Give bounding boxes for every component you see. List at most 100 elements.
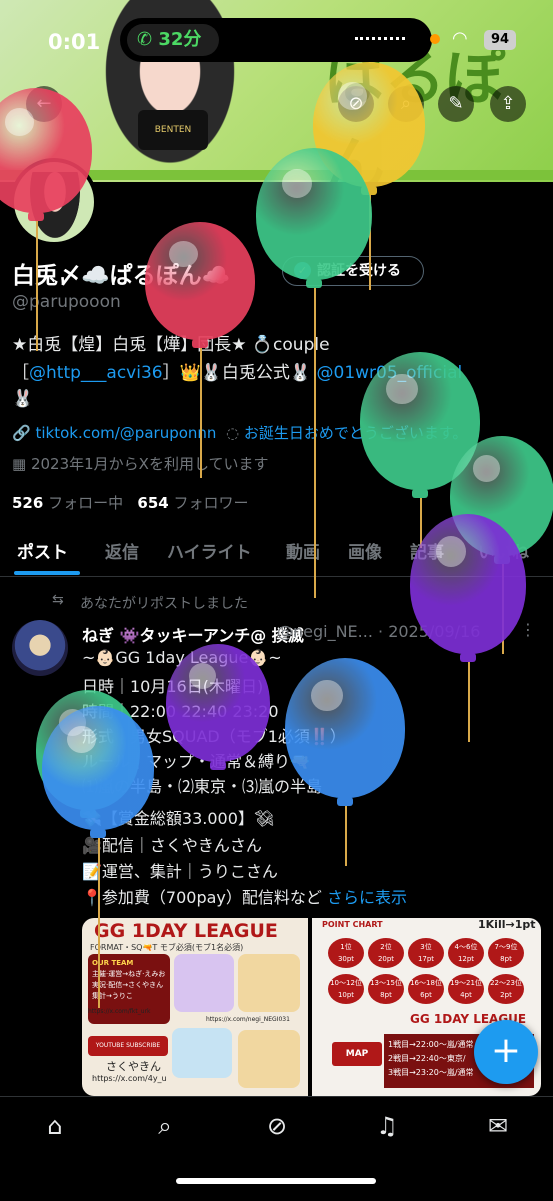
image-left-url: https://x.com/negi_NEGI031: [206, 1016, 290, 1023]
edit-button[interactable]: ✎: [438, 86, 474, 122]
show-more-link[interactable]: さらに表示: [327, 888, 407, 907]
post-author-handle[interactable]: @negi_NE... · 2025/09/16: [277, 622, 480, 641]
bio-mention-1[interactable]: @http___acvi36: [29, 363, 163, 383]
follow-stats: 526 フォロー中 654 フォロワー: [12, 492, 249, 513]
point-rank: 13〜15位: [370, 979, 402, 987]
point-value: 8pt: [500, 955, 512, 963]
plus-icon: +: [490, 1030, 522, 1071]
calendar-icon: ▦: [12, 455, 27, 473]
point-rank: 16〜18位: [410, 979, 442, 987]
website-link[interactable]: tiktok.com/@paruponnn: [35, 424, 216, 442]
point-cell: 19〜21位 4pt: [448, 974, 484, 1004]
home-icon[interactable]: ⌂: [40, 1112, 70, 1142]
share-icon: ⇪: [500, 93, 516, 114]
post-line-text: 📍参加費（700pay）配信料など: [82, 888, 322, 907]
compose-post-button[interactable]: +: [474, 1020, 538, 1084]
share-button[interactable]: ⇪: [490, 86, 526, 122]
point-cell: 10〜12位 10pt: [328, 974, 364, 1004]
tab-highlights[interactable]: ハイライト: [167, 538, 252, 563]
point-cell: 22〜23位 2pt: [488, 974, 524, 1004]
home-indicator: [176, 1178, 376, 1184]
tab-articles[interactable]: 記事: [410, 538, 444, 563]
balloon-string: [345, 806, 347, 866]
active-tab-indicator: [14, 571, 80, 575]
profile-avatar[interactable]: [10, 158, 98, 246]
back-arrow-icon: ←: [36, 93, 52, 114]
back-button[interactable]: ←: [26, 86, 62, 122]
following-label: フォロー中: [48, 494, 124, 512]
profile-meta-row: 🔗 tiktok.com/@paruponnn ◌ お誕生日おめでとうございます…: [12, 422, 467, 444]
character-illustration: [174, 954, 234, 1012]
post-author-name[interactable]: ねぎ 👾タッキーアンチ@ 撲滅: [82, 622, 304, 646]
search-icon[interactable]: ⌕: [150, 1112, 180, 1142]
bio-line-1: ★白兎【煌】白兎【燁】団長★ 💍couple: [12, 335, 330, 355]
point-value: 20pt: [377, 955, 395, 963]
search-button[interactable]: ⌕: [388, 86, 424, 122]
point-rank: 2位: [380, 943, 392, 951]
mail-icon[interactable]: ✉: [483, 1112, 513, 1142]
points-grid: 1位 30pt 2位 20pt 3位 17pt 4〜6位 12pt 7〜9位 8pt 10〜12位 1…: [328, 938, 528, 1008]
balloon-string: [468, 662, 470, 742]
tab-replies[interactable]: 返信: [105, 538, 139, 563]
point-value: 6pt: [420, 991, 432, 999]
joined-row: ▦ 2023年1月からXを利用しています: [12, 453, 269, 475]
more-options-icon[interactable]: ⋮: [520, 620, 536, 639]
post-line: ルール｜マップ・通常＆縛り🔫: [82, 752, 310, 771]
banner-shirt-text: BENTEN: [138, 110, 208, 150]
point-value: 30pt: [337, 955, 355, 963]
character-illustration: [238, 954, 300, 1012]
wifi-icon: ◠: [452, 28, 468, 49]
verified-badge-icon: ✓: [294, 262, 311, 279]
bio-mention-2[interactable]: @01wr05_official: [317, 363, 463, 383]
grok-icon: ⊘: [348, 93, 364, 114]
birthday-text[interactable]: お誕生日おめでとうございます。: [244, 424, 468, 442]
bell-icon[interactable]: ♫: [372, 1112, 402, 1142]
post-line: 時間｜22:00 22:40 23:20: [82, 702, 279, 721]
kill-point-text: 1Kill→1pt: [478, 918, 536, 931]
point-value: 2pt: [500, 991, 512, 999]
grok-icon[interactable]: ⊘: [262, 1112, 292, 1142]
avatar-character: [30, 172, 80, 238]
point-value: 12pt: [457, 955, 475, 963]
camera-indicator-icon: [430, 34, 440, 44]
post-handle: @negi_NE...: [277, 622, 373, 641]
image-left-url: https://x.com/fkt_urk: [88, 1008, 151, 1015]
tab-posts[interactable]: ポスト: [17, 538, 68, 563]
point-rank: 10〜12位: [330, 979, 362, 987]
repost-note: あなたがリポストしました: [80, 596, 248, 612]
map-badge: MAP: [332, 1042, 382, 1066]
battery-icon: 94: [484, 30, 516, 50]
post-image-left[interactable]: GG 1DAY LEAGUE FORMAT・SQ🔫T モブ必須(モブ1名必須) …: [82, 918, 308, 1096]
following-link[interactable]: 526 フォロー中: [12, 494, 123, 512]
tab-likes[interactable]: いいね: [478, 538, 529, 563]
bio-bracket: ［: [12, 363, 29, 383]
point-cell: 1位 30pt: [328, 938, 364, 968]
tab-divider: [0, 576, 553, 577]
tab-media[interactable]: 画像: [348, 538, 382, 563]
point-rank: 19〜21位: [450, 979, 482, 987]
point-chart-heading: POINT CHART: [322, 920, 383, 929]
balloon-icon: ◌: [225, 424, 240, 442]
team-line: 集計→うりこ: [92, 992, 133, 1000]
balloon-string: [502, 564, 504, 654]
post-line: ~👶🏻GG 1day League👶🏻~: [82, 648, 282, 667]
edit-icon: ✎: [448, 93, 464, 114]
point-value: 4pt: [460, 991, 472, 999]
image-left-name: さくやきん: [106, 1060, 161, 1073]
followers-link[interactable]: 654 フォロワー: [137, 494, 248, 512]
post-author-avatar[interactable]: [12, 620, 68, 676]
repost-icon: ⇆: [52, 592, 64, 608]
display-name: 白兎〆☁️ぱるぽん☁️: [12, 263, 231, 289]
point-cell: 4〜6位 12pt: [448, 938, 484, 968]
post-line: 🎥配信｜さくやきんさん: [82, 836, 262, 855]
call-indicator[interactable]: ✆ 32分: [127, 24, 219, 56]
image-left-url: https://x.com/4y_u: [92, 1074, 167, 1083]
audio-waveform-icon: [355, 37, 405, 44]
point-cell: 3位 17pt: [408, 938, 444, 968]
grok-button[interactable]: ⊘: [338, 86, 374, 122]
tab-videos[interactable]: 動画: [286, 538, 320, 563]
point-rank: 22〜23位: [490, 979, 522, 987]
status-time: 0:01: [48, 30, 101, 54]
point-cell: 7〜9位 8pt: [488, 938, 524, 968]
joined-date: 2023年1月からXを利用しています: [30, 455, 269, 473]
